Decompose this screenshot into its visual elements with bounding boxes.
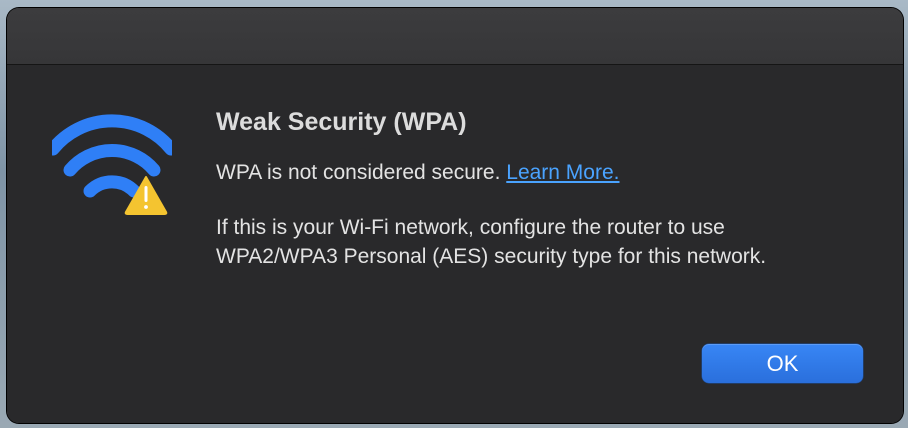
detail-line-2: WPA2/WPA3 Personal (AES) security type f… [216, 245, 767, 268]
dialog-detail: If this is your Wi-Fi network, configure… [216, 213, 866, 271]
wifi-icon [52, 114, 172, 215]
weak-security-dialog: Weak Security (WPA) WPA is not considere… [7, 8, 903, 423]
dialog-title: Weak Security (WPA) [216, 108, 467, 136]
dialog-content: Weak Security (WPA) WPA is not considere… [7, 65, 903, 423]
wifi-middle-arc [63, 144, 161, 177]
ok-button[interactable]: OK [702, 344, 863, 383]
dialog-titlebar [7, 8, 903, 65]
detail-line-1: If this is your Wi-Fi network, configure… [216, 216, 725, 239]
learn-more-link[interactable]: Learn More. [506, 161, 619, 184]
wifi-inner-arc [83, 175, 141, 198]
message-text: WPA is not considered secure. [216, 161, 501, 184]
dialog-message: WPA is not considered secure. Learn More… [216, 161, 620, 185]
